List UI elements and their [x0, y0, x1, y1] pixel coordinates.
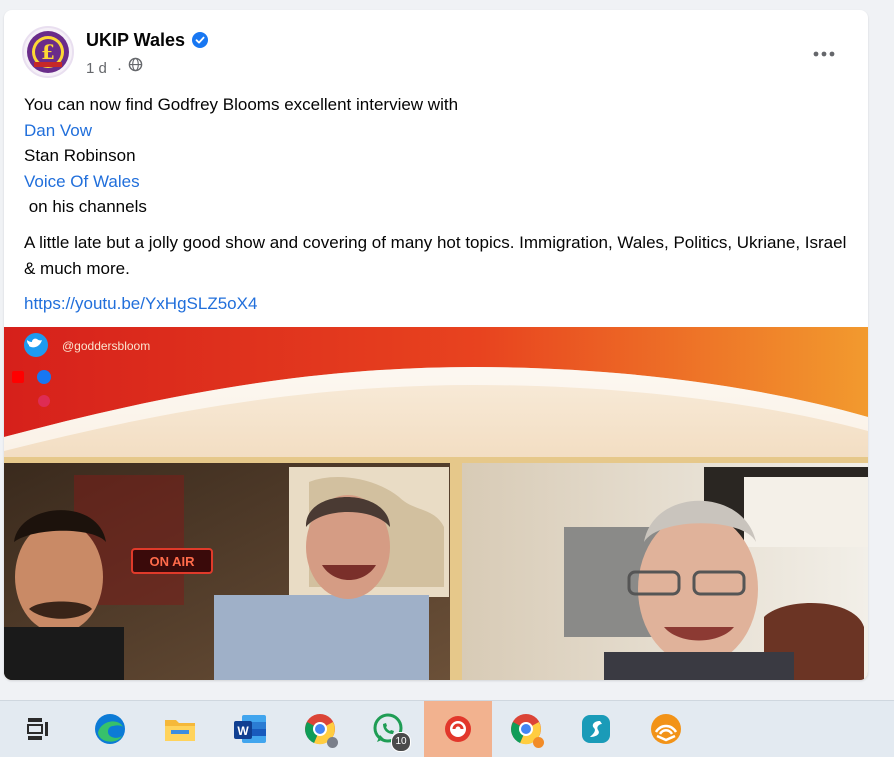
mention-voice-of-wales[interactable]: Voice Of Wales — [24, 169, 854, 195]
ukip-logo-icon: £ — [27, 31, 69, 73]
taskbar-word[interactable]: W — [222, 701, 278, 757]
surfshark-icon — [582, 715, 610, 743]
facebook-post: £ UKIP Wales 1 d · You can now find Godf… — [4, 10, 868, 680]
page-avatar[interactable]: £ — [22, 26, 74, 78]
edge-icon — [95, 714, 125, 744]
post-body: You can now find Godfrey Blooms excellen… — [24, 92, 854, 317]
globe-icon — [128, 57, 143, 72]
post-text-channels: on his channels — [24, 197, 147, 217]
taskbar-task-view[interactable] — [10, 701, 66, 757]
taskbar-chrome[interactable] — [292, 701, 348, 757]
post-header: £ UKIP Wales 1 d · — [22, 26, 852, 82]
meta-separator: · — [117, 60, 123, 77]
file-explorer-icon — [165, 720, 195, 741]
svg-text:£: £ — [41, 40, 55, 64]
verified-badge-icon — [192, 32, 208, 48]
post-text-stan: Stan Robinson — [24, 146, 136, 166]
twitter-handle: @goddersbloom — [62, 339, 150, 353]
page-name[interactable]: UKIP Wales — [86, 30, 185, 51]
more-dots-icon — [813, 51, 835, 57]
taskbar-chrome-profile[interactable] — [498, 701, 554, 757]
task-view-icon — [27, 718, 48, 740]
more-options-button[interactable] — [806, 36, 842, 72]
app-icon — [445, 716, 471, 742]
post-time[interactable]: 1 d — [86, 60, 107, 77]
chrome-profile-badge — [533, 737, 544, 748]
svg-text:W: W — [237, 724, 249, 738]
post-text-paragraph: A little late but a jolly good show and … — [24, 232, 847, 278]
chrome-profile-badge — [327, 737, 338, 748]
video-frame-image: @goddersbloom ON AIR — [4, 327, 868, 680]
taskbar-file-explorer[interactable] — [152, 701, 208, 757]
post-meta: 1 d · — [86, 60, 122, 77]
audible-icon — [651, 714, 681, 744]
on-air-sign: ON AIR — [149, 554, 195, 569]
windows-taskbar: W 10 — [0, 700, 894, 757]
whatsapp-unread-badge: 10 — [391, 732, 411, 752]
taskbar-surfshark[interactable] — [568, 701, 624, 757]
facebook-small-icon — [37, 370, 51, 384]
taskbar-audible[interactable] — [638, 701, 694, 757]
word-icon: W — [234, 715, 266, 743]
youtube-link[interactable]: https://youtu.be/YxHgSLZ5oX4 — [24, 291, 854, 317]
video-thumbnail[interactable]: @goddersbloom ON AIR — [4, 327, 868, 680]
taskbar-active-app[interactable] — [424, 701, 492, 757]
post-text-intro: You can now find Godfrey Blooms excellen… — [24, 95, 459, 114]
mention-dan-vow[interactable]: Dan Vow — [24, 118, 854, 144]
instagram-small-icon — [38, 395, 50, 407]
taskbar-whatsapp[interactable]: 10 — [360, 701, 416, 757]
taskbar-edge[interactable] — [82, 701, 138, 757]
youtube-small-icon — [12, 371, 24, 383]
